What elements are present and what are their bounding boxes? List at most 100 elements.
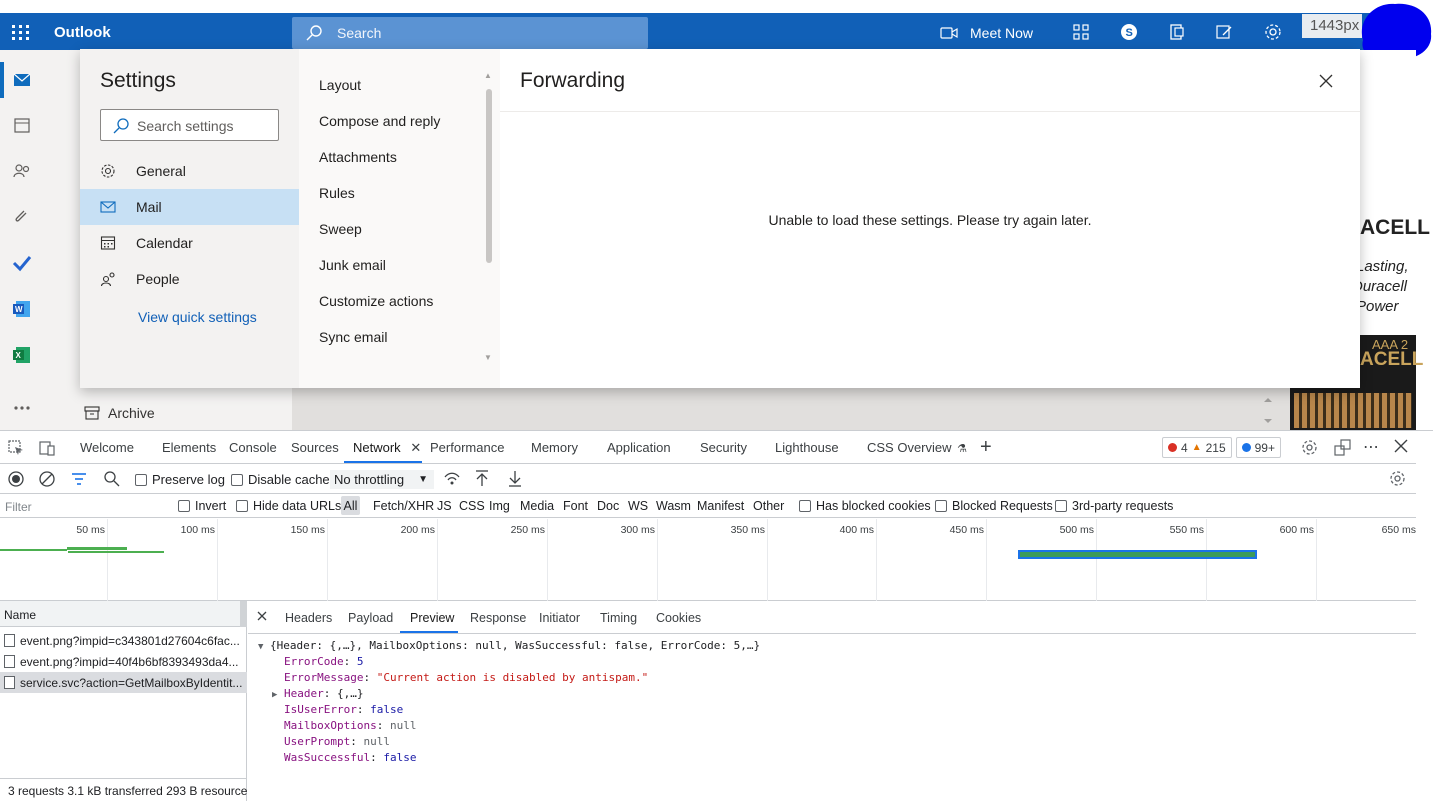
subsetting-layout[interactable]: Layout xyxy=(319,77,361,93)
error-warning-counter[interactable]: 4 ▲ 215 xyxy=(1162,437,1232,458)
import-har-icon[interactable] xyxy=(474,470,490,487)
excel-app-icon[interactable]: X xyxy=(12,345,32,365)
network-filter-input[interactable]: Filter xyxy=(0,495,165,517)
word-app-icon[interactable]: W xyxy=(12,299,32,319)
subsetting-compose-reply[interactable]: Compose and reply xyxy=(319,113,440,129)
close-detail-icon[interactable] xyxy=(257,611,267,621)
filter-type-all[interactable]: All xyxy=(341,496,360,515)
subsetting-customize-actions[interactable]: Customize actions xyxy=(319,293,433,309)
detail-tab-initiator[interactable]: Initiator xyxy=(539,611,580,625)
request-row[interactable]: event.png?impid=40f4b6bf8393493da4... xyxy=(0,651,247,672)
hide-data-urls-toggle[interactable]: Hide data URLs xyxy=(236,499,341,513)
request-row[interactable]: event.png?impid=c343801d27604c6fac... xyxy=(0,630,247,651)
detail-tab-timing[interactable]: Timing xyxy=(600,611,637,625)
mail-app-icon[interactable] xyxy=(12,70,32,90)
invert-checkbox[interactable] xyxy=(178,500,190,512)
has-blocked-cookies-toggle[interactable]: Has blocked cookies xyxy=(799,499,931,513)
office-icon[interactable] xyxy=(1168,23,1186,41)
settings-gear-icon[interactable] xyxy=(1264,23,1282,41)
subsetting-sweep[interactable]: Sweep xyxy=(319,221,362,237)
detail-tab-headers[interactable]: Headers xyxy=(285,611,332,625)
close-icon[interactable] xyxy=(1318,73,1334,89)
add-tab-icon[interactable]: + xyxy=(980,437,992,457)
filter-type-media[interactable]: Media xyxy=(520,499,554,513)
json-root-row[interactable]: ▼ {Header: {,…}, MailboxOptions: null, W… xyxy=(258,639,760,652)
network-overview-timeline[interactable]: 50 ms 100 ms 150 ms 200 ms 250 ms 300 ms… xyxy=(0,519,1416,601)
export-har-icon[interactable] xyxy=(507,470,523,487)
third-party-requests-toggle[interactable]: 3rd-party requests xyxy=(1055,499,1173,513)
devtools-tab-sources[interactable]: Sources xyxy=(291,440,339,455)
filter-type-wasm[interactable]: Wasm xyxy=(656,499,691,513)
devtools-tab-network[interactable]: Network ✕ xyxy=(353,440,421,456)
disable-cache-checkbox[interactable] xyxy=(231,473,243,486)
devtools-tab-security[interactable]: Security xyxy=(700,440,747,455)
close-devtools-icon[interactable] xyxy=(1394,439,1408,453)
filter-type-font[interactable]: Font xyxy=(563,499,588,513)
attachment-app-icon[interactable] xyxy=(12,207,32,227)
devtools-tab-performance[interactable]: Performance xyxy=(430,440,504,455)
inspect-element-icon[interactable] xyxy=(8,440,24,456)
filter-type-js[interactable]: JS xyxy=(437,499,452,513)
meet-now-button[interactable]: Meet Now xyxy=(940,23,1033,43)
devtools-tab-console[interactable]: Console xyxy=(229,440,277,455)
filter-type-doc[interactable]: Doc xyxy=(597,499,619,513)
skype-icon[interactable]: S xyxy=(1120,23,1138,41)
outlook-brand[interactable]: Outlook xyxy=(54,24,111,41)
scroll-down-arrow[interactable]: ▼ xyxy=(484,353,492,362)
calendar-app-icon[interactable] xyxy=(12,115,32,135)
settings-category-people[interactable]: People xyxy=(80,261,299,297)
blocked-requests-checkbox[interactable] xyxy=(935,500,947,512)
subsetting-rules[interactable]: Rules xyxy=(319,185,355,201)
issue-counters[interactable]: 4 ▲ 215 99+ xyxy=(1162,437,1281,458)
message-counter[interactable]: 99+ xyxy=(1235,437,1281,458)
scroll-up-arrow[interactable]: ▲ xyxy=(484,71,492,80)
devtools-settings-gear-icon[interactable] xyxy=(1301,439,1318,456)
app-launcher-icon[interactable] xyxy=(12,25,32,41)
filter-type-img[interactable]: Img xyxy=(489,499,510,513)
more-apps-icon[interactable] xyxy=(12,398,32,418)
devtools-tab-lighthouse[interactable]: Lighthouse xyxy=(775,440,839,455)
subsetting-junk-email[interactable]: Junk email xyxy=(319,257,386,273)
subsetting-attachments[interactable]: Attachments xyxy=(319,149,397,165)
settings-category-calendar[interactable]: Calendar xyxy=(80,225,299,261)
subsettings-scrollbar[interactable] xyxy=(486,89,492,263)
reading-pane-scrollbar[interactable] xyxy=(1260,395,1276,430)
detail-tab-response[interactable]: Response xyxy=(470,611,526,625)
invert-toggle[interactable]: Invert xyxy=(178,499,226,513)
expanded-triangle-icon[interactable]: ▼ xyxy=(258,642,263,652)
third-party-requests-checkbox[interactable] xyxy=(1055,500,1067,512)
filter-type-manifest[interactable]: Manifest xyxy=(697,499,744,513)
device-toolbar-icon[interactable] xyxy=(39,440,56,456)
devtools-tab-memory[interactable]: Memory xyxy=(531,440,578,455)
disable-cache-toggle[interactable]: Disable cache xyxy=(231,472,330,487)
throttling-select[interactable]: No throttling ▼ xyxy=(330,470,434,489)
settings-category-mail[interactable]: Mail xyxy=(80,189,299,225)
detail-tab-preview[interactable]: Preview xyxy=(410,611,454,625)
devtools-tab-application[interactable]: Application xyxy=(607,440,671,455)
qr-code-icon[interactable] xyxy=(1072,23,1090,41)
filter-type-fetch-xhr[interactable]: Fetch/XHR xyxy=(373,499,434,513)
detail-tab-cookies[interactable]: Cookies xyxy=(656,611,701,625)
preserve-log-checkbox[interactable] xyxy=(135,473,147,486)
filter-type-other[interactable]: Other xyxy=(753,499,784,513)
request-list-scrollbar[interactable] xyxy=(240,601,247,627)
record-icon[interactable] xyxy=(8,471,24,487)
settings-category-general[interactable]: General xyxy=(80,153,299,189)
subsetting-sync-email[interactable]: Sync email xyxy=(319,329,387,345)
json-row[interactable]: ▶ Header: {,…} xyxy=(272,687,364,700)
search-icon[interactable] xyxy=(104,471,120,487)
people-app-icon[interactable] xyxy=(12,161,32,181)
devtools-tab-welcome[interactable]: Welcome xyxy=(80,440,134,455)
hide-data-urls-checkbox[interactable] xyxy=(236,500,248,512)
folder-archive[interactable]: Archive xyxy=(84,405,155,421)
more-options-icon[interactable]: ⋯ xyxy=(1363,437,1379,457)
detail-tab-payload[interactable]: Payload xyxy=(348,611,393,625)
request-list-header[interactable]: Name xyxy=(0,601,247,627)
connected-devices-icon[interactable] xyxy=(1334,439,1351,456)
network-conditions-icon[interactable] xyxy=(443,471,461,487)
filter-type-css[interactable]: CSS xyxy=(459,499,485,513)
filter-icon[interactable] xyxy=(71,472,87,486)
filter-type-ws[interactable]: WS xyxy=(628,499,648,513)
request-row-selected[interactable]: service.svc?action=GetMailboxByIdentit..… xyxy=(0,672,247,693)
devtools-tab-elements[interactable]: Elements xyxy=(162,440,216,455)
